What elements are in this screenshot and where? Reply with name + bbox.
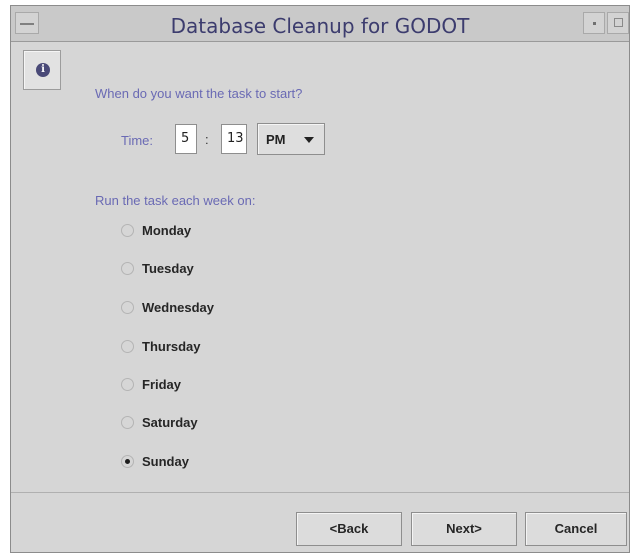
maximize-icon [614,18,623,27]
back-button[interactable]: <Back [296,512,402,546]
radio-saturday[interactable] [121,416,134,429]
ampm-select[interactable]: PM [257,123,325,155]
radio-tuesday[interactable] [121,262,134,275]
minute-field[interactable]: 13 [221,124,247,154]
radio-sunday[interactable] [121,455,134,468]
time-separator: : [205,132,209,147]
day-label-tuesday: Tuesday [142,261,194,276]
footer-divider [11,492,629,493]
radio-friday[interactable] [121,378,134,391]
time-label: Time: [121,133,154,148]
minimize-button[interactable] [583,12,605,34]
start-question: When do you want the task to start? [95,86,303,101]
day-label-saturday: Saturday [142,415,198,430]
chevron-down-icon [304,137,314,143]
day-label-friday: Friday [142,377,182,392]
day-label-monday: Monday [142,223,192,238]
day-label-thursday: Thursday [142,339,201,354]
radio-monday[interactable] [121,224,134,237]
info-button[interactable]: i [23,50,61,90]
title-bar[interactable]: Database Cleanup for GODOT [11,6,629,42]
next-button[interactable]: Next> [411,512,517,546]
radio-thursday[interactable] [121,340,134,353]
window-title: Database Cleanup for GODOT [170,14,470,38]
ampm-value: PM [266,132,286,147]
cancel-button[interactable]: Cancel [525,512,627,546]
hour-field[interactable]: 5 [175,124,197,154]
maximize-button[interactable] [607,12,629,34]
day-label-wednesday: Wednesday [142,300,215,315]
radio-wednesday[interactable] [121,301,134,314]
dialog-window: Database Cleanup for GODOT i When do you… [10,5,630,553]
minimize-icon [593,22,596,25]
day-label-sunday: Sunday [142,454,189,469]
info-icon: i [36,63,50,77]
week-question: Run the task each week on: [95,193,256,208]
